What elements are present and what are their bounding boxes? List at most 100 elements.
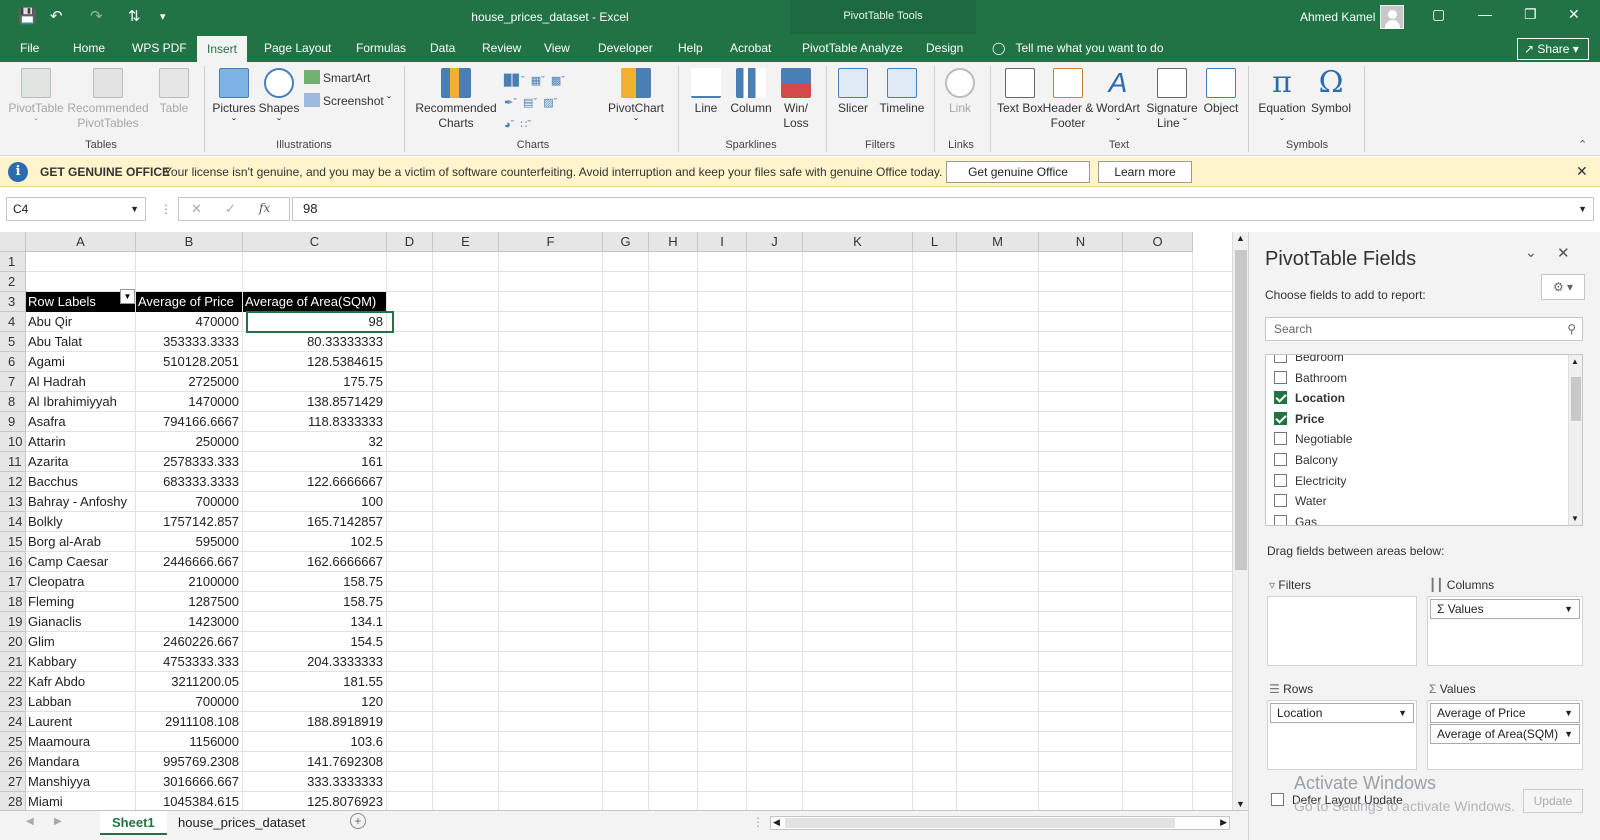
row-header-2[interactable]: 2: [0, 272, 26, 292]
column-header-a[interactable]: A: [26, 232, 136, 252]
vertical-scrollbar[interactable]: ▲ ▼: [1232, 232, 1248, 810]
row-label-cell[interactable]: Kafr Abdo: [26, 672, 135, 692]
value-cell[interactable]: 181.55: [243, 672, 386, 692]
value-cell[interactable]: 162.6666667: [243, 552, 386, 572]
scroll-left-icon[interactable]: ◀: [773, 817, 780, 828]
value-cell[interactable]: 175.75: [243, 372, 386, 392]
row-header-21[interactable]: 21: [0, 652, 26, 672]
ribbon-display-icon[interactable]: ▢: [1432, 6, 1445, 23]
value-cell[interactable]: 1045384.615: [136, 792, 242, 810]
wordart-button[interactable]: A WordArt ˇ: [1092, 68, 1144, 131]
list-scroll-thumb[interactable]: [1571, 377, 1581, 421]
row-labels-filter-button[interactable]: ▼: [120, 289, 135, 304]
row-header-28[interactable]: 28: [0, 792, 26, 810]
insert-function-icon[interactable]: fx: [259, 201, 270, 215]
field-checkbox[interactable]: [1274, 473, 1287, 487]
value-cell[interactable]: 470000: [136, 312, 242, 332]
row-header-3[interactable]: 3: [0, 292, 26, 312]
column-header-h[interactable]: H: [649, 232, 698, 252]
row-label-cell[interactable]: Maamoura: [26, 732, 135, 752]
field-item-water[interactable]: Water: [1274, 491, 1327, 512]
row-label-cell[interactable]: Attarin: [26, 432, 135, 452]
get-genuine-office-button[interactable]: Get genuine Office: [946, 161, 1090, 183]
horizontal-scrollbar[interactable]: ◀ ▶: [770, 816, 1230, 830]
value-cell[interactable]: 1470000: [136, 392, 242, 412]
row-header-19[interactable]: 19: [0, 612, 26, 632]
value-cell[interactable]: 80.33333333: [243, 332, 386, 352]
column-header-o[interactable]: O: [1123, 232, 1193, 252]
row-label-cell[interactable]: Cleopatra: [26, 572, 135, 592]
recommended-pivottables-button[interactable]: Recommended PivotTables: [66, 68, 150, 131]
values-drop-area[interactable]: Average of Price ▼ Average of Area(SQM) ▼: [1427, 700, 1583, 770]
row-label-cell[interactable]: Asafra: [26, 412, 135, 432]
close-panel-icon[interactable]: ✕: [1557, 244, 1570, 262]
row-header-26[interactable]: 26: [0, 752, 26, 772]
tools-gear-button[interactable]: ⚙ ▾: [1541, 274, 1585, 300]
field-checkbox[interactable]: [1274, 514, 1287, 525]
row-header-16[interactable]: 16: [0, 552, 26, 572]
value-cell[interactable]: 700000: [136, 492, 242, 512]
pivottable-button[interactable]: PivotTable ˇ: [6, 68, 66, 131]
column-header-i[interactable]: I: [698, 232, 747, 252]
column-header-n[interactable]: N: [1039, 232, 1123, 252]
sparkline-line-button[interactable]: Line: [686, 68, 726, 116]
value-cell[interactable]: 2911108.108: [136, 712, 242, 732]
pie-chart-icon[interactable]: ◕ˇ: [504, 119, 514, 131]
row-label-cell[interactable]: Abu Talat: [26, 332, 135, 352]
avatar[interactable]: [1380, 5, 1404, 29]
value-cell[interactable]: 3211200.05: [136, 672, 242, 692]
column-header-l[interactable]: L: [913, 232, 957, 252]
row-header-24[interactable]: 24: [0, 712, 26, 732]
row-label-cell[interactable]: Kabbary: [26, 652, 135, 672]
statistic-chart-icon[interactable]: ▤ˇ: [523, 97, 537, 109]
row-header-20[interactable]: 20: [0, 632, 26, 652]
value-cell[interactable]: 2100000: [136, 572, 242, 592]
list-scroll-up-icon[interactable]: ▲: [1571, 357, 1579, 366]
close-button[interactable]: ✕: [1568, 6, 1580, 23]
slicer-button[interactable]: Slicer: [832, 68, 874, 116]
column-header-j[interactable]: J: [747, 232, 803, 252]
screenshot-button[interactable]: Screenshot ˇ: [304, 93, 391, 109]
update-button[interactable]: Update: [1523, 789, 1583, 813]
value-cell[interactable]: 700000: [136, 692, 242, 712]
defer-checkbox[interactable]: [1271, 793, 1284, 806]
row-header-17[interactable]: 17: [0, 572, 26, 592]
row-header-14[interactable]: 14: [0, 512, 26, 532]
value-cell[interactable]: 1287500: [136, 592, 242, 612]
value-cell[interactable]: 128.5384615: [243, 352, 386, 372]
next-sheet-icon[interactable]: ▶: [54, 816, 62, 827]
tab-help[interactable]: Help: [668, 34, 713, 62]
tell-me-search[interactable]: ◯ Tell me what you want to do: [992, 34, 1164, 62]
tab-home[interactable]: Home: [63, 34, 115, 62]
value-cell[interactable]: 2578333.333: [136, 452, 242, 472]
value-cell[interactable]: 161: [243, 452, 386, 472]
prev-sheet-icon[interactable]: ◀: [26, 816, 34, 827]
row-label-cell[interactable]: Al Hadrah: [26, 372, 135, 392]
values-average-area-chip[interactable]: Average of Area(SQM) ▼: [1430, 724, 1580, 744]
value-cell[interactable]: 1423000: [136, 612, 242, 632]
row-label-cell[interactable]: Agami: [26, 352, 135, 372]
value-cell[interactable]: 122.6666667: [243, 472, 386, 492]
column-header-g[interactable]: G: [603, 232, 649, 252]
row-header-18[interactable]: 18: [0, 592, 26, 612]
field-item-negotiable[interactable]: Negotiable: [1274, 429, 1352, 450]
value-cell[interactable]: 154.5: [243, 632, 386, 652]
hierarchy-chart-icon[interactable]: ▦ˇ: [531, 75, 545, 87]
link-button[interactable]: Link: [940, 68, 980, 116]
row-label-cell[interactable]: Bacchus: [26, 472, 135, 492]
row-header-5[interactable]: 5: [0, 332, 26, 352]
minimize-button[interactable]: —: [1478, 6, 1492, 22]
value-cell[interactable]: 158.75: [243, 572, 386, 592]
row-label-cell[interactable]: Al Ibrahimiyyah: [26, 392, 135, 412]
scroll-up-icon[interactable]: ▲: [1236, 233, 1245, 243]
field-item-electricity[interactable]: Electricity: [1274, 471, 1346, 492]
row-header-4[interactable]: 4: [0, 312, 26, 332]
value-cell[interactable]: 138.8571429: [243, 392, 386, 412]
field-checkbox[interactable]: [1274, 411, 1287, 425]
value-cell[interactable]: 794166.6667: [136, 412, 242, 432]
value-cell[interactable]: 3016666.667: [136, 772, 242, 792]
signature-line-button[interactable]: Signature Line ˇ: [1144, 68, 1200, 131]
value-cell[interactable]: 134.1: [243, 612, 386, 632]
value-cell[interactable]: 250000: [136, 432, 242, 452]
rows-location-chip[interactable]: Location ▼: [1270, 703, 1414, 723]
